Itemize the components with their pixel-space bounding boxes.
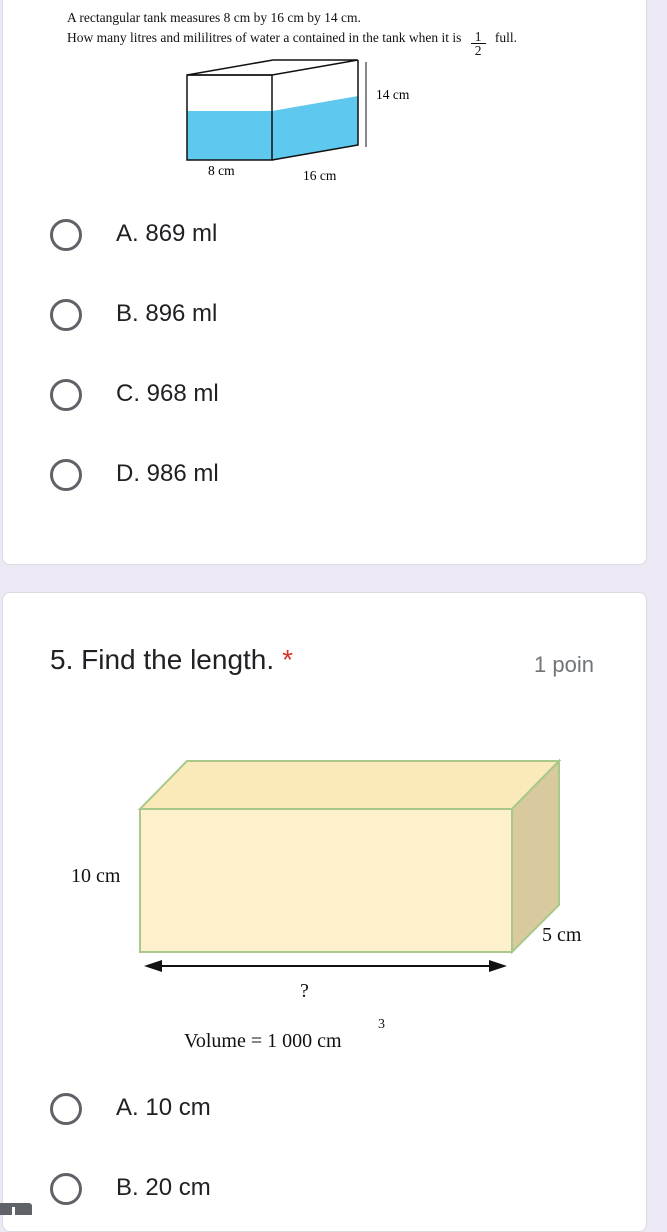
corner-toolbar-icon[interactable] [0,1203,32,1215]
option-a-q4[interactable]: A. 869 ml [50,218,450,258]
option-d-q4[interactable]: D. 986 ml [50,458,450,498]
fraction-numerator: 1 [470,30,486,44]
tank-length-label: 16 cm [303,168,337,183]
volume-exponent: 3 [378,1017,385,1032]
tank-height-label: 14 cm [376,87,410,102]
tank-width-label: 8 cm [208,163,235,178]
prompt-text: How many litres and mililitres of water … [67,30,462,45]
length-arrow-right-head [489,960,507,972]
option-label: A. 869 ml [116,220,218,247]
question-4-prompt-line1: A rectangular tank measures 8 cm by 16 c… [67,10,361,25]
option-label: C. 968 ml [116,380,219,407]
fraction-one-half: 1 2 [470,30,486,58]
option-label: D. 986 ml [116,460,219,487]
radio-button[interactable] [50,379,82,411]
length-arrow-left-head [144,960,162,972]
box-front-face [139,808,513,953]
prompt-text-end: full. [494,30,518,45]
question-title-text: 5. Find the length. [50,644,275,675]
tank-top [186,59,359,76]
box-top-face [137,760,562,810]
radio-button[interactable] [50,459,82,491]
box-depth-label: 5 cm [542,924,582,946]
water-side [272,96,358,160]
tank-diagram: 14 cm 8 cm 16 cm [186,59,410,183]
points-label: 1 poin [534,652,594,677]
box-length-unknown-label: ? [300,980,309,1002]
radio-button[interactable] [50,299,82,331]
fraction-denominator: 2 [474,43,482,58]
box-diagram: 10 cm 5 cm ? Volume = 1 000 cm 3 [71,758,582,1052]
option-b-q5[interactable]: B. 20 cm [50,1172,450,1212]
option-label: B. 20 cm [116,1174,211,1201]
radio-button[interactable] [50,1093,82,1125]
question-4-prompt-line2: How many litres and mililitres of water … [67,30,518,58]
box-height-label: 10 cm [71,865,121,887]
option-label: B. 896 ml [116,300,218,327]
volume-label: Volume = 1 000 cm [184,1030,342,1052]
required-asterisk: * [282,644,294,675]
water-front [187,111,272,160]
option-c-q4[interactable]: C. 968 ml [50,378,450,418]
radio-button[interactable] [50,219,82,251]
question-5-title: 5. Find the length. * [50,644,293,676]
option-a-q5[interactable]: A. 10 cm [50,1092,450,1132]
radio-button[interactable] [50,1173,82,1205]
option-b-q4[interactable]: B. 896 ml [50,298,450,338]
option-label: A. 10 cm [116,1094,211,1121]
